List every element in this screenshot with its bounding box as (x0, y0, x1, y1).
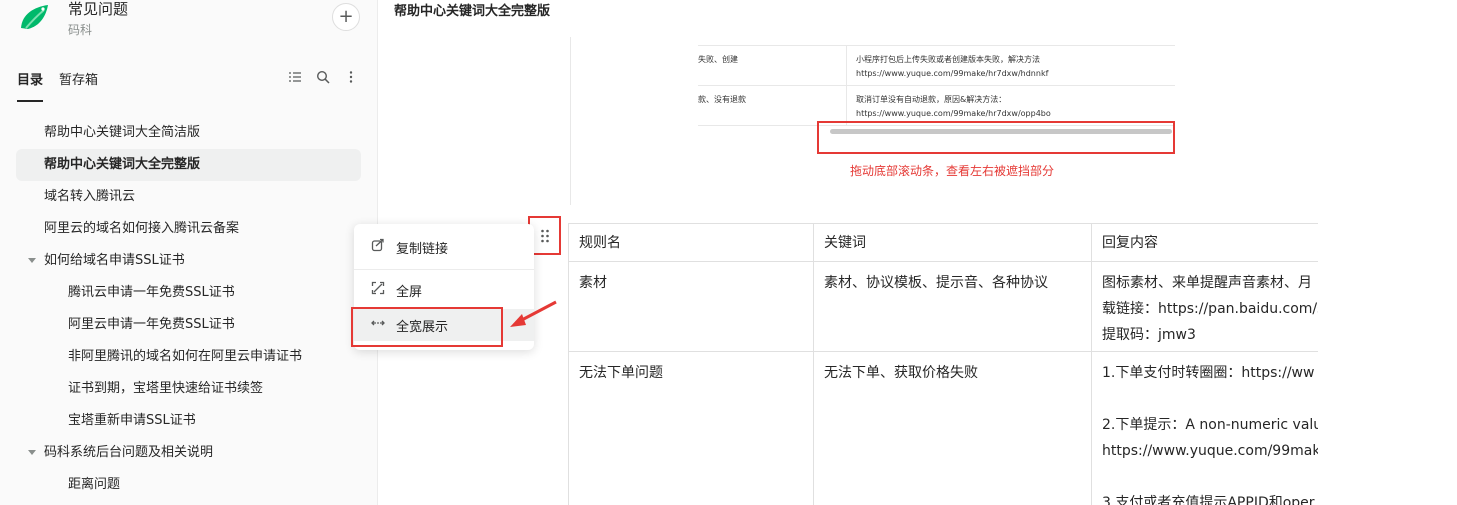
table-cell: 素材、协议模板、提示音、各种协议 (814, 262, 1092, 351)
toc-item-label: 帮助中心关键词大全完整版 (44, 157, 201, 172)
cell-text (1102, 386, 1318, 412)
table-header-cell: 关键词 (814, 224, 1092, 261)
toc-item[interactable]: 宝塔重新申请SSL证书 (16, 405, 361, 437)
table-cell: 1.下单支付时转圈圈：https://ww 2.下单提示：A non-numer… (1092, 352, 1329, 505)
screenshot-text: 取消订单没有自动退款，原因&解决方法： (856, 95, 1007, 104)
cell-text: 图标素材、来单提醒声音素材、月 (1102, 275, 1312, 291)
add-button[interactable]: + (332, 3, 360, 31)
menu-item-label: 复制链接 (396, 241, 449, 257)
sidebar-tools (288, 70, 358, 84)
table-overflow-mask (1318, 223, 1457, 505)
search-icon[interactable] (316, 70, 330, 84)
screenshot-cell: 失败、创建 (698, 55, 738, 64)
cell-text: 提取码：jmw3 (1102, 327, 1196, 343)
toc-item-label: 宝塔重新申请SSL证书 (68, 413, 196, 428)
toc-item-label: 如何给域名申请SSL证书 (44, 253, 185, 268)
toc-item-label: 距离问题 (68, 477, 121, 492)
cell-text: 3.支付或者充值提示APPID和oper (1102, 495, 1315, 505)
toc-item-label: 证书到期，宝塔里快速给证书续签 (68, 381, 264, 396)
toc-item[interactable]: 阿里云的域名如何接入腾讯云备案 (16, 213, 361, 245)
table-header-cell: 规则名 (569, 224, 814, 261)
logo-icon (21, 5, 48, 29)
toc-item[interactable]: 证书到期，宝塔里快速给证书续签 (16, 373, 361, 405)
toc-group[interactable]: 码科系统后台问题及相关说明 (16, 437, 361, 469)
table-cell: 图标素材、来单提醒声音素材、月 载链接：https://pan.baidu.co… (1092, 262, 1329, 351)
tab-toc[interactable]: 目录 (17, 69, 44, 102)
toc-item-label: 阿里云申请一年免费SSL证书 (68, 317, 235, 332)
list-icon[interactable] (288, 70, 302, 84)
doc-title: 帮助中心关键词大全完整版 (394, 4, 551, 19)
highlight-box (817, 121, 1175, 154)
toc-item-label: 腾讯云申请一年免费SSL证书 (68, 285, 235, 300)
book-subtitle[interactable]: 码科 (68, 21, 92, 38)
sidebar: 常见问题 码科 + 目录 暂存箱 帮助中心关键词大全简洁版 帮助中心关键词大全完… (0, 0, 378, 505)
screenshot-row: 款、没有退款 取消订单没有自动退款，原因&解决方法： https://www.y… (698, 86, 1175, 126)
toc-item[interactable]: 距离问题 (16, 469, 361, 501)
table-row: 素材 素材、协议模板、提示音、各种协议 图标素材、来单提醒声音素材、月 载链接：… (569, 262, 1329, 352)
toc-item[interactable]: 腾讯云申请一年免费SSL证书 (16, 277, 361, 309)
toc-item-label: 非阿里腾讯的域名如何在阿里云申请证书 (68, 349, 303, 364)
toc-item[interactable]: 阿里云申请一年免费SSL证书 (16, 309, 361, 341)
toc-item-label: 阿里云的域名如何接入腾讯云备案 (44, 221, 240, 236)
table-cell: 无法下单、获取价格失败 (814, 352, 1092, 505)
link-icon (370, 238, 386, 256)
content-table: 规则名 关键词 回复内容 素材 素材、协议模板、提示音、各种协议 图标素材、来单… (568, 223, 1329, 505)
red-arrow-icon (510, 300, 557, 327)
table-cell: 素材 (569, 262, 814, 351)
fullscreen-icon (370, 281, 386, 299)
toc-item[interactable]: 域名转入腾讯云 (16, 181, 361, 213)
toc-tree: 帮助中心关键词大全简洁版 帮助中心关键词大全完整版 域名转入腾讯云 阿里云的域名… (16, 117, 361, 501)
screenshot-row: 失败、创建 小程序打包后上传失败或者创建版本失败，解决方法 https://ww… (698, 46, 1175, 86)
caret-down-icon[interactable] (28, 450, 36, 455)
divider (846, 86, 847, 126)
annotation-note: 拖动底部滚动条，查看左右被遮挡部分 (850, 164, 1055, 178)
cell-text: 素材、协议模板、提示音、各种协议 (824, 275, 1048, 291)
sidebar-tabs: 目录 暂存箱 (17, 69, 98, 102)
screenshot-link: https://www.yuque.com/99make/hr7dxw/opp4… (856, 109, 1051, 118)
toc-group[interactable]: 如何给域名申请SSL证书 (16, 245, 361, 277)
screenshot-cell: 小程序打包后上传失败或者创建版本失败，解决方法 https://www.yuqu… (856, 53, 1048, 81)
app-root: 常见问题 码科 + 目录 暂存箱 帮助中心关键词大全简洁版 帮助中心关键词大全完… (0, 0, 1457, 505)
toc-item[interactable]: 非阿里腾讯的域名如何在阿里云申请证书 (16, 341, 361, 373)
tab-drafts[interactable]: 暂存箱 (59, 69, 98, 102)
cell-text: 1.下单支付时转圈圈：https://ww (1102, 365, 1315, 381)
cell-text: 无法下单、获取价格失败 (824, 365, 978, 381)
screenshot-cell: 款、没有退款 (698, 95, 746, 104)
screenshot-cell: 取消订单没有自动退款，原因&解决方法： https://www.yuque.co… (856, 93, 1051, 121)
menu-item-copy-link[interactable]: 复制链接 (354, 231, 534, 263)
table-header-row: 规则名 关键词 回复内容 (569, 224, 1329, 262)
cell-text: 载链接：https://pan.baidu.com/s (1102, 301, 1325, 317)
divider (846, 46, 847, 86)
cell-text: 素材 (579, 275, 607, 291)
menu-divider (354, 269, 534, 270)
table-cell: 无法下单问题 (569, 352, 814, 505)
highlight-box (351, 307, 503, 347)
cell-text (1102, 464, 1318, 490)
caret-down-icon[interactable] (28, 258, 36, 263)
toc-item-label: 码科系统后台问题及相关说明 (44, 445, 214, 460)
menu-item-label: 全屏 (396, 284, 423, 300)
screenshot-link: https://www.yuque.com/99make/hr7dxw/hdnn… (856, 69, 1049, 78)
screenshot-table: 失败、创建 小程序打包后上传失败或者创建版本失败，解决方法 https://ww… (698, 45, 1175, 127)
toc-item-label: 帮助中心关键词大全简洁版 (44, 125, 201, 140)
book-title[interactable]: 常见问题 (68, 0, 128, 19)
toc-item[interactable]: 帮助中心关键词大全简洁版 (16, 117, 361, 149)
toc-item-active[interactable]: 帮助中心关键词大全完整版 (16, 149, 361, 181)
cell-text: 无法下单问题 (579, 365, 663, 381)
toc-item-label: 域名转入腾讯云 (44, 189, 136, 204)
table-row: 无法下单问题 无法下单、获取价格失败 1.下单支付时转圈圈：https://ww… (569, 352, 1329, 505)
screenshot-text: 小程序打包后上传失败或者创建版本失败，解决方法 (856, 55, 1040, 64)
table-header-cell: 回复内容 (1092, 224, 1329, 261)
more-icon[interactable] (344, 70, 358, 84)
cell-text: 2.下单提示：A non-numeric valu (1102, 417, 1323, 433)
cell-text: https://www.yuque.com/99make/ (1102, 443, 1329, 459)
